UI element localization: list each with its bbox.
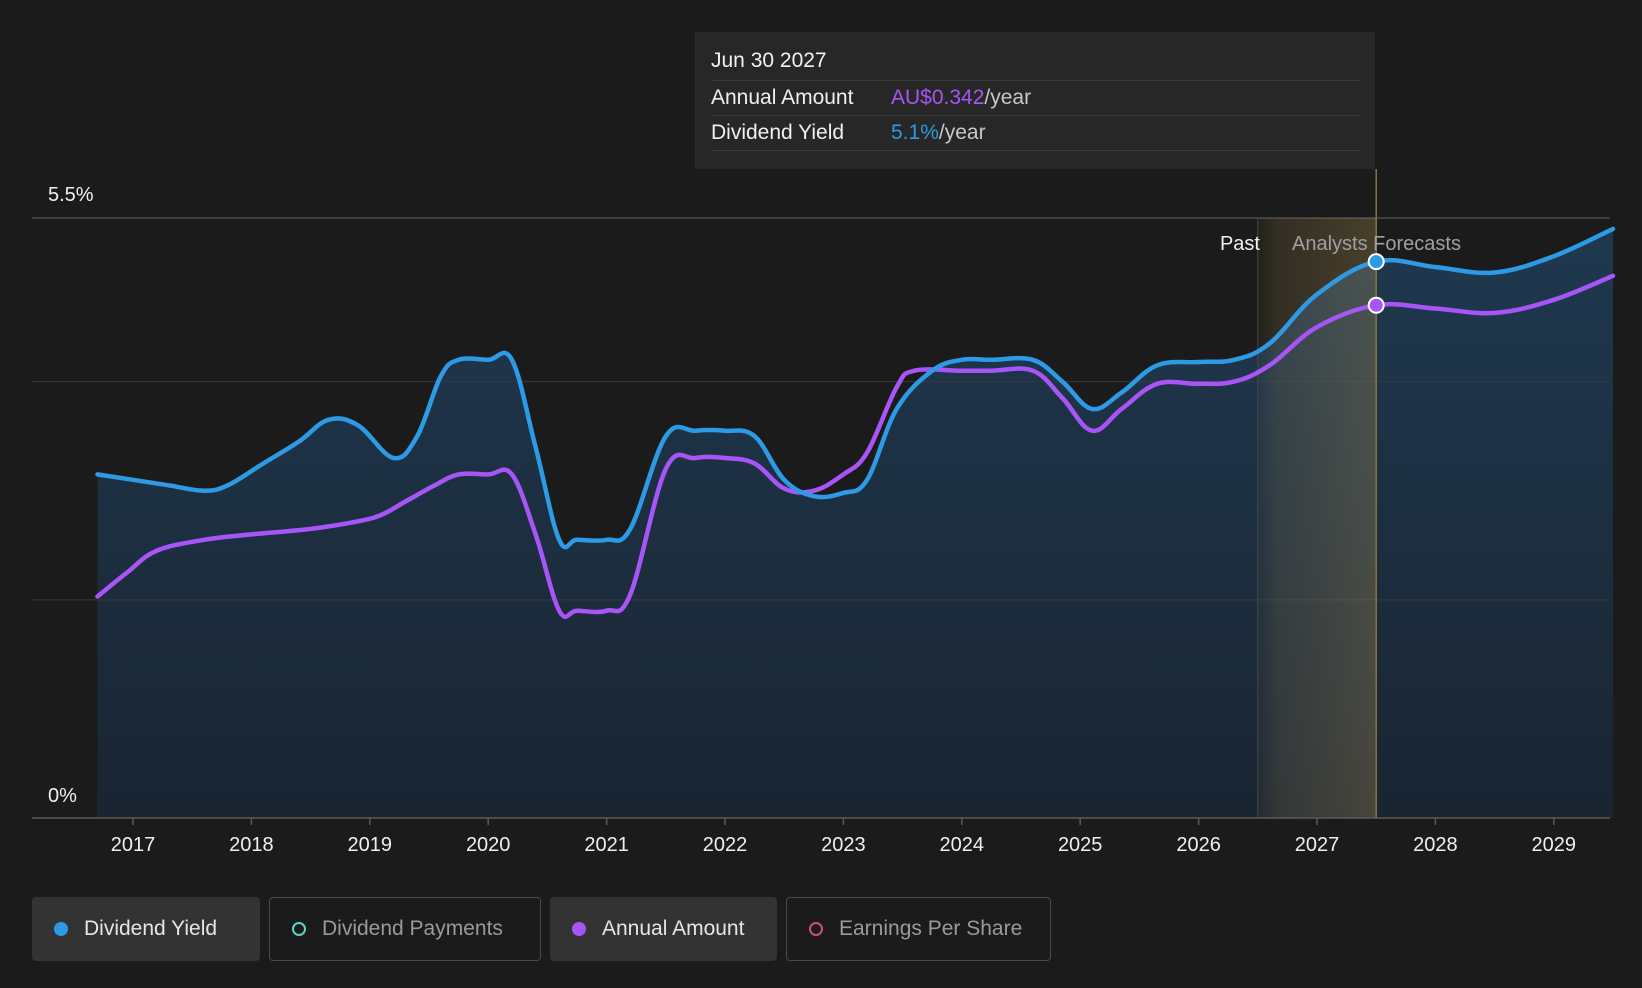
legend-dividend-yield[interactable]: Dividend Yield xyxy=(32,897,260,961)
legend-annual-amount[interactable]: Annual Amount xyxy=(550,897,777,961)
legend-label: Earnings Per Share xyxy=(839,917,1023,940)
tooltip-value: 5.1% xyxy=(891,121,939,144)
legend-earnings-per-share[interactable]: Earnings Per Share xyxy=(786,897,1051,961)
past-label: Past xyxy=(1220,233,1260,255)
x-tick-label: 2017 xyxy=(111,834,156,856)
dividend-yield-hover-marker xyxy=(1367,253,1385,271)
forecast-label: Analysts Forecasts xyxy=(1292,233,1461,255)
tooltip-row-dividend-yield: Dividend Yield 5.1% /year xyxy=(711,116,1359,151)
tooltip-label: Annual Amount xyxy=(711,86,854,109)
annual-amount-dot-icon xyxy=(572,922,586,936)
x-tick-label: 2027 xyxy=(1295,834,1340,856)
x-tick-label: 2023 xyxy=(821,834,866,856)
x-tick-label: 2021 xyxy=(584,834,629,856)
y-tick-top-label: 5.5% xyxy=(48,184,94,206)
earnings-per-share-circle-icon xyxy=(809,922,823,936)
legend-label: Annual Amount xyxy=(602,917,745,940)
x-tick-label: 2019 xyxy=(348,834,393,856)
tooltip: Jun 30 2027 Annual Amount AU$0.342 /year… xyxy=(695,32,1375,169)
dividend-payments-circle-icon xyxy=(292,922,306,936)
x-tick-label: 2025 xyxy=(1058,834,1103,856)
x-tick-label: 2022 xyxy=(703,834,748,856)
x-tick-label: 2028 xyxy=(1413,834,1458,856)
tooltip-date: Jun 30 2027 xyxy=(711,46,1359,81)
dividend-yield-area xyxy=(97,228,1613,818)
dividend-yield-dot-icon xyxy=(54,922,68,936)
tooltip-unit: /year xyxy=(984,86,1032,109)
y-tick-bottom-label: 0% xyxy=(48,785,77,807)
x-tick-label: 2024 xyxy=(940,834,985,856)
x-tick-label: 2029 xyxy=(1532,834,1577,856)
legend-dividend-payments[interactable]: Dividend Payments xyxy=(269,897,541,961)
x-tick-label: 2020 xyxy=(466,834,511,856)
x-tick-label: 2026 xyxy=(1176,834,1221,856)
x-tick-label: 2018 xyxy=(229,834,274,856)
tooltip-unit: /year xyxy=(938,121,986,144)
tooltip-value: AU$0.342 xyxy=(891,86,985,109)
annual-amount-hover-marker xyxy=(1367,296,1385,314)
legend: Dividend Yield Dividend Payments Annual … xyxy=(32,897,1051,961)
tooltip-label: Dividend Yield xyxy=(711,121,845,144)
tooltip-row-annual-amount: Annual Amount AU$0.342 /year xyxy=(711,81,1359,116)
legend-label: Dividend Payments xyxy=(322,917,503,940)
legend-label: Dividend Yield xyxy=(84,917,218,940)
